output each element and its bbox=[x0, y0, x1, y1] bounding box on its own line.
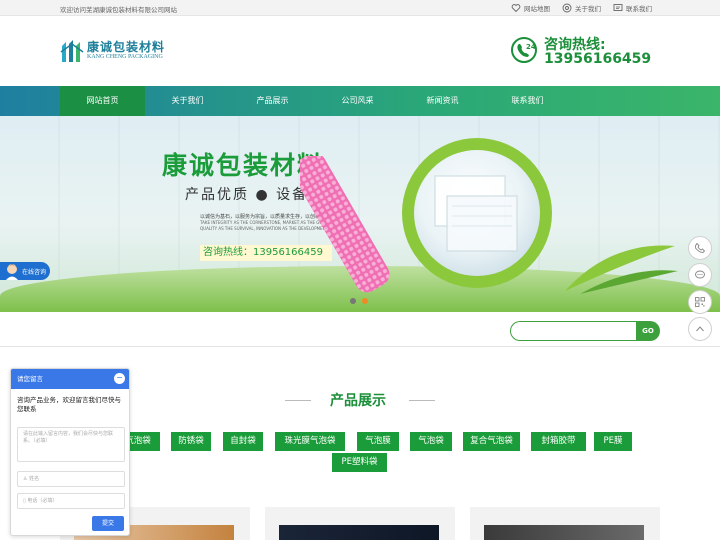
leaf-decoration bbox=[565, 245, 678, 294]
nav-item-contact[interactable]: 联系我们 bbox=[485, 86, 570, 116]
about-link[interactable]: 关于我们 bbox=[562, 2, 601, 14]
nav-item-company[interactable]: 公司风采 bbox=[315, 86, 400, 116]
product-circle-image bbox=[402, 138, 552, 288]
bubble-roll-image bbox=[300, 156, 390, 293]
phone-icon bbox=[694, 242, 706, 253]
side-qrcode-button[interactable] bbox=[688, 290, 712, 314]
search-input[interactable] bbox=[510, 321, 638, 341]
chat-icon bbox=[695, 270, 705, 279]
slider-dot-1[interactable] bbox=[350, 298, 356, 304]
tag-pe-film[interactable]: PE膜 bbox=[594, 432, 632, 451]
logo-text-cn: 康诚包装材料 bbox=[87, 40, 166, 54]
svg-text:24: 24 bbox=[526, 43, 536, 51]
tag-bubble-film[interactable]: 气泡膜 bbox=[357, 432, 399, 451]
main-nav: 网站首页 关于我们 产品展示 公司风采 新闻资讯 联系我们 bbox=[0, 86, 720, 116]
side-toolbar bbox=[688, 236, 712, 344]
sitemap-link[interactable]: 网站地图 bbox=[511, 2, 550, 14]
search-bar: GO bbox=[510, 321, 660, 341]
title-line-left bbox=[285, 400, 311, 401]
plastic-bags-image bbox=[434, 175, 518, 252]
product-image-3 bbox=[484, 525, 644, 540]
online-consult-label: 在线咨询 bbox=[22, 269, 47, 276]
agent-avatar-icon bbox=[6, 264, 18, 280]
product-image-2 bbox=[279, 525, 439, 540]
online-consult-button[interactable]: 在线咨询 bbox=[0, 262, 50, 280]
message-widget-title: 请您留言 bbox=[17, 375, 43, 383]
header: 康诚包装材料 KANG CHENG PACKAGING 24 咨询热线: 139… bbox=[0, 16, 720, 86]
top-bar: 欢迎访问芜湖康诚包装材料有限公司网站 网站地图 关于我们 联系我们 bbox=[0, 0, 720, 16]
about-label: 关于我们 bbox=[575, 5, 601, 13]
hero-banner: 康诚包装材料 产品优质 ● 设备先进 以诚信为基石，以服务为宗旨，以质量求生存，… bbox=[0, 116, 720, 312]
chevron-up-icon bbox=[696, 326, 704, 332]
at-icon bbox=[562, 3, 572, 13]
slider-dot-2[interactable] bbox=[362, 298, 368, 304]
qrcode-icon bbox=[695, 297, 705, 307]
name-field[interactable]: ♙ 姓名 bbox=[17, 471, 125, 487]
phone-placeholder: 电话（必填） bbox=[27, 498, 58, 504]
tag-ziplock-bag[interactable]: 自封袋 bbox=[223, 432, 263, 451]
logo-text-en: KANG CHENG PACKAGING bbox=[87, 54, 163, 60]
contact-link[interactable]: 联系我们 bbox=[613, 2, 652, 14]
phone-field[interactable]: ▯ 电话（必填） bbox=[17, 493, 125, 509]
title-line-right bbox=[409, 400, 435, 401]
nav-item-home[interactable]: 网站首页 bbox=[60, 86, 145, 116]
tag-antirust-bag[interactable]: 防锈袋 bbox=[171, 432, 211, 451]
minimize-icon[interactable]: − bbox=[114, 373, 125, 384]
submit-button[interactable]: 提交 bbox=[92, 516, 124, 531]
nav-item-products[interactable]: 产品展示 bbox=[230, 86, 315, 116]
sitemap-label: 网站地图 bbox=[524, 5, 550, 13]
message-widget: 请您留言 − 咨询产品业务，欢迎留言我们尽快与您联系 请在此输入留言内容，我们会… bbox=[10, 368, 130, 536]
hotline-number: 13956166459 bbox=[544, 51, 652, 67]
slider-dots bbox=[350, 298, 368, 304]
side-chat-button[interactable] bbox=[688, 263, 712, 287]
moon-icon bbox=[670, 134, 688, 170]
message-textarea[interactable]: 请在此输入留言内容，我们会尽快与您联系。（必填） bbox=[17, 427, 125, 462]
logo[interactable]: 康诚包装材料 KANG CHENG PACKAGING bbox=[60, 38, 180, 78]
logo-mark-icon bbox=[60, 40, 84, 62]
contact-label: 联系我们 bbox=[626, 5, 652, 13]
tag-composite-bubble-bag[interactable]: 复合气泡袋 bbox=[463, 432, 520, 451]
side-phone-button[interactable] bbox=[688, 236, 712, 260]
nav-item-about[interactable]: 关于我们 bbox=[145, 86, 230, 116]
header-hotline: 24 咨询热线: 13956166459 bbox=[510, 34, 660, 70]
nav-item-news[interactable]: 新闻资讯 bbox=[400, 86, 485, 116]
tag-bubble-bag-2[interactable]: 气泡袋 bbox=[410, 432, 452, 451]
welcome-text: 欢迎访问芜湖康诚包装材料有限公司网站 bbox=[60, 6, 177, 14]
top-links: 网站地图 关于我们 联系我们 bbox=[511, 2, 652, 14]
divider bbox=[0, 346, 720, 347]
heart-icon bbox=[511, 4, 521, 13]
message-widget-intro: 咨询产品业务，欢迎留言我们尽快与您联系 bbox=[17, 396, 121, 413]
side-top-button[interactable] bbox=[688, 317, 712, 341]
message-widget-header[interactable]: 请您留言 − bbox=[11, 369, 129, 389]
tag-pe-plastic-bag[interactable]: PE塑料袋 bbox=[332, 453, 387, 472]
tag-pearl-film-bubble-bag[interactable]: 珠光膜气泡袋 bbox=[275, 432, 345, 451]
name-placeholder: 姓名 bbox=[29, 476, 40, 482]
products-section-title: 产品展示 bbox=[330, 393, 386, 409]
product-card-2[interactable] bbox=[265, 507, 455, 540]
phone-24-icon: 24 bbox=[511, 37, 537, 63]
message-icon bbox=[613, 4, 623, 11]
search-go-button[interactable]: GO bbox=[636, 321, 660, 341]
product-card-3[interactable] bbox=[470, 507, 660, 540]
tag-sealing-tape[interactable]: 封箱胶带 bbox=[531, 432, 586, 451]
